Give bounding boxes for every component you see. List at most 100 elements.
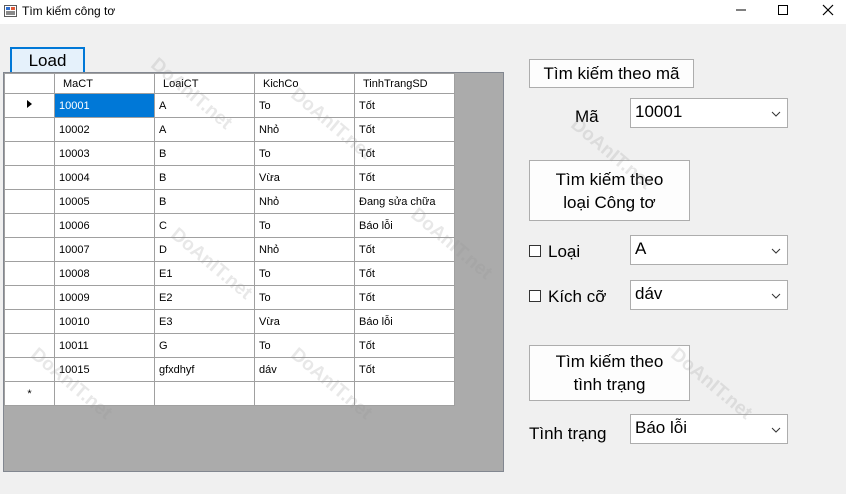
table-cell[interactable]: Đang sửa chữa [354, 189, 455, 214]
table-cell[interactable]: 10015 [54, 357, 155, 382]
table-cell[interactable]: To [254, 285, 355, 310]
column-header-loaict[interactable]: LoaiCT [154, 73, 255, 94]
table-cell[interactable]: 10003 [54, 141, 155, 166]
table-row[interactable]: 10003 B To Tốt [4, 141, 455, 166]
table-cell[interactable]: 10010 [54, 309, 155, 334]
table-cell[interactable] [154, 381, 255, 406]
code-combobox[interactable]: 10001 [630, 98, 788, 128]
table-cell[interactable]: 10007 [54, 237, 155, 262]
table-cell[interactable] [254, 381, 355, 406]
table-cell[interactable]: D [154, 237, 255, 262]
table-row[interactable]: 10009 E2 To Tốt [4, 285, 455, 310]
table-cell[interactable]: To [254, 261, 355, 286]
row-header[interactable] [4, 261, 55, 286]
table-row[interactable]: 10002 A Nhỏ Tốt [4, 117, 455, 142]
table-cell[interactable] [54, 381, 155, 406]
table-cell[interactable]: 10004 [54, 165, 155, 190]
table-cell[interactable]: Tốt [354, 333, 455, 358]
table-cell[interactable]: 10002 [54, 117, 155, 142]
new-row-marker[interactable]: * [4, 381, 55, 406]
load-button[interactable]: Load [10, 47, 85, 74]
row-header[interactable] [4, 285, 55, 310]
search-by-type-button[interactable]: Tìm kiếm theo loại Công tơ [529, 160, 690, 221]
search-by-code-button[interactable]: Tìm kiếm theo mã [529, 59, 694, 88]
row-header[interactable] [4, 213, 55, 238]
table-cell[interactable]: Nhỏ [254, 189, 355, 214]
table-cell[interactable]: To [254, 213, 355, 238]
status-combobox[interactable]: Báo lỗi [630, 414, 788, 444]
chevron-down-icon [771, 293, 781, 299]
table-cell[interactable]: Tốt [354, 285, 455, 310]
close-button[interactable] [800, 0, 846, 24]
table-cell[interactable]: G [154, 333, 255, 358]
row-header[interactable] [4, 237, 55, 262]
column-header-kichco[interactable]: KichCo [254, 73, 355, 94]
table-cell[interactable]: E3 [154, 309, 255, 334]
table-cell[interactable]: 10011 [54, 333, 155, 358]
row-header[interactable] [4, 309, 55, 334]
row-header[interactable] [4, 333, 55, 358]
table-cell[interactable]: Tốt [354, 357, 455, 382]
table-cell[interactable]: Tốt [354, 261, 455, 286]
column-header-mact[interactable]: MaCT [54, 73, 155, 94]
status-label: Tình trạng [529, 424, 607, 443]
table-row[interactable]: 10011 G To Tốt [4, 333, 455, 358]
table-cell[interactable]: To [254, 93, 355, 118]
table-cell[interactable]: E1 [154, 261, 255, 286]
table-cell[interactable]: To [254, 141, 355, 166]
table-row[interactable]: 10004 B Vừa Tốt [4, 165, 455, 190]
data-grid[interactable]: MaCT LoaiCT KichCo TinhTrangSD 10001 A T… [3, 72, 504, 472]
table-cell[interactable]: gfxdhyf [154, 357, 255, 382]
table-cell[interactable]: E2 [154, 285, 255, 310]
column-header-tinhtrangsd[interactable]: TinhTrangSD [354, 73, 455, 94]
size-checkbox[interactable] [529, 290, 541, 302]
table-cell[interactable]: dáv [254, 357, 355, 382]
table-row[interactable]: 10008 E1 To Tốt [4, 261, 455, 286]
table-cell[interactable]: Nhỏ [254, 117, 355, 142]
table-cell[interactable]: C [154, 213, 255, 238]
table-cell[interactable]: Vừa [254, 309, 355, 334]
size-label: Kích cỡ [548, 287, 607, 306]
table-cell[interactable] [354, 381, 455, 406]
table-cell[interactable]: B [154, 141, 255, 166]
table-cell[interactable]: 10009 [54, 285, 155, 310]
table-cell[interactable]: To [254, 333, 355, 358]
table-cell[interactable]: Tốt [354, 93, 455, 118]
table-row[interactable]: 10010 E3 Vừa Báo lỗi [4, 309, 455, 334]
title-bar: Tìm kiếm công tơ [0, 0, 846, 24]
table-cell[interactable]: 10008 [54, 261, 155, 286]
row-header[interactable] [4, 117, 55, 142]
minimize-button[interactable] [718, 0, 764, 24]
row-header[interactable] [4, 189, 55, 214]
table-cell[interactable]: 10005 [54, 189, 155, 214]
type-checkbox[interactable] [529, 245, 541, 257]
search-by-status-button[interactable]: Tìm kiếm theo tình trạng [529, 345, 690, 401]
table-row[interactable]: 10015 gfxdhyf dáv Tốt [4, 357, 455, 382]
row-header[interactable] [4, 165, 55, 190]
current-row-indicator[interactable] [4, 93, 55, 118]
table-cell[interactable]: Vừa [254, 165, 355, 190]
table-cell[interactable]: Báo lỗi [354, 213, 455, 238]
table-cell[interactable]: Tốt [354, 117, 455, 142]
table-cell[interactable]: A [154, 117, 255, 142]
table-row[interactable]: 10007 D Nhỏ Tốt [4, 237, 455, 262]
table-cell[interactable]: 10006 [54, 213, 155, 238]
table-cell[interactable]: Tốt [354, 165, 455, 190]
row-header[interactable] [4, 141, 55, 166]
table-cell[interactable]: Tốt [354, 141, 455, 166]
table-cell[interactable]: Tốt [354, 237, 455, 262]
size-combobox[interactable]: dáv [630, 280, 788, 310]
table-row[interactable]: 10001 A To Tốt [4, 93, 455, 118]
table-cell[interactable]: Báo lỗi [354, 309, 455, 334]
table-cell[interactable]: Nhỏ [254, 237, 355, 262]
table-cell[interactable]: B [154, 165, 255, 190]
table-cell[interactable]: 10001 [54, 93, 155, 118]
table-row[interactable]: 10005 B Nhỏ Đang sửa chữa [4, 189, 455, 214]
type-label: Loại [548, 242, 581, 261]
table-cell[interactable]: B [154, 189, 255, 214]
table-cell[interactable]: A [154, 93, 255, 118]
new-row[interactable]: * [4, 381, 455, 406]
row-header[interactable] [4, 357, 55, 382]
type-combobox[interactable]: A [630, 235, 788, 265]
table-row[interactable]: 10006 C To Báo lỗi [4, 213, 455, 238]
